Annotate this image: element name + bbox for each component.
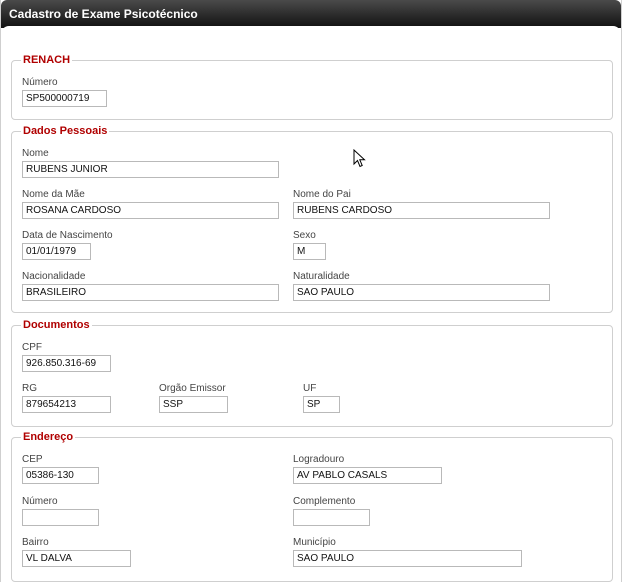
cpf-input[interactable]: [22, 355, 111, 372]
section-renach-legend: RENACH: [23, 54, 71, 66]
cep-label: CEP: [22, 454, 43, 465]
bairro-input[interactable]: [22, 550, 131, 567]
nome-mae-input[interactable]: [22, 202, 279, 219]
nome-label: Nome: [22, 148, 49, 159]
section-endereco-legend: Endereço: [23, 431, 74, 443]
bairro-label: Bairro: [22, 537, 49, 548]
rg-label: RG: [22, 383, 37, 394]
section-documentos-legend: Documentos: [23, 319, 90, 331]
nome-pai-label: Nome do Pai: [293, 189, 351, 200]
nome-mae-label: Nome da Mãe: [22, 189, 85, 200]
orgao-emissor-input[interactable]: [159, 396, 228, 413]
nacionalidade-label: Nacionalidade: [22, 271, 86, 282]
complemento-input[interactable]: [293, 509, 370, 526]
nascimento-input[interactable]: [22, 243, 91, 260]
rg-input[interactable]: [22, 396, 111, 413]
endereco-numero-input[interactable]: [22, 509, 99, 526]
logradouro-input[interactable]: [293, 467, 442, 484]
cpf-label: CPF: [22, 342, 42, 353]
exam-registration-window: Cadastro de Exame Psicotécnico RENACH Nú…: [0, 0, 622, 582]
mouse-pointer-icon: [353, 149, 366, 168]
complemento-label: Complemento: [293, 496, 356, 507]
section-dados-pessoais-legend: Dados Pessoais: [23, 125, 108, 137]
naturalidade-input[interactable]: [293, 284, 550, 301]
uf-label: UF: [303, 383, 317, 394]
logradouro-label: Logradouro: [293, 454, 345, 465]
section-renach: RENACH: [11, 54, 613, 120]
window-title: Cadastro de Exame Psicotécnico: [9, 7, 198, 21]
sexo-input[interactable]: [293, 243, 326, 260]
orgao-emissor-label: Orgão Emissor: [159, 383, 226, 394]
nascimento-label: Data de Nascimento: [22, 230, 113, 241]
sexo-label: Sexo: [293, 230, 316, 241]
endereco-numero-label: Número: [22, 496, 58, 507]
nacionalidade-input[interactable]: [22, 284, 279, 301]
nome-pai-input[interactable]: [293, 202, 550, 219]
renach-numero-label: Número: [22, 77, 58, 88]
municipio-input[interactable]: [293, 550, 522, 567]
cep-input[interactable]: [22, 467, 99, 484]
renach-numero-input[interactable]: [22, 90, 107, 107]
naturalidade-label: Naturalidade: [293, 271, 350, 282]
municipio-label: Município: [293, 537, 336, 548]
nome-input[interactable]: [22, 161, 279, 178]
uf-input[interactable]: [303, 396, 340, 413]
window-titlebar: Cadastro de Exame Psicotécnico: [1, 0, 621, 34]
